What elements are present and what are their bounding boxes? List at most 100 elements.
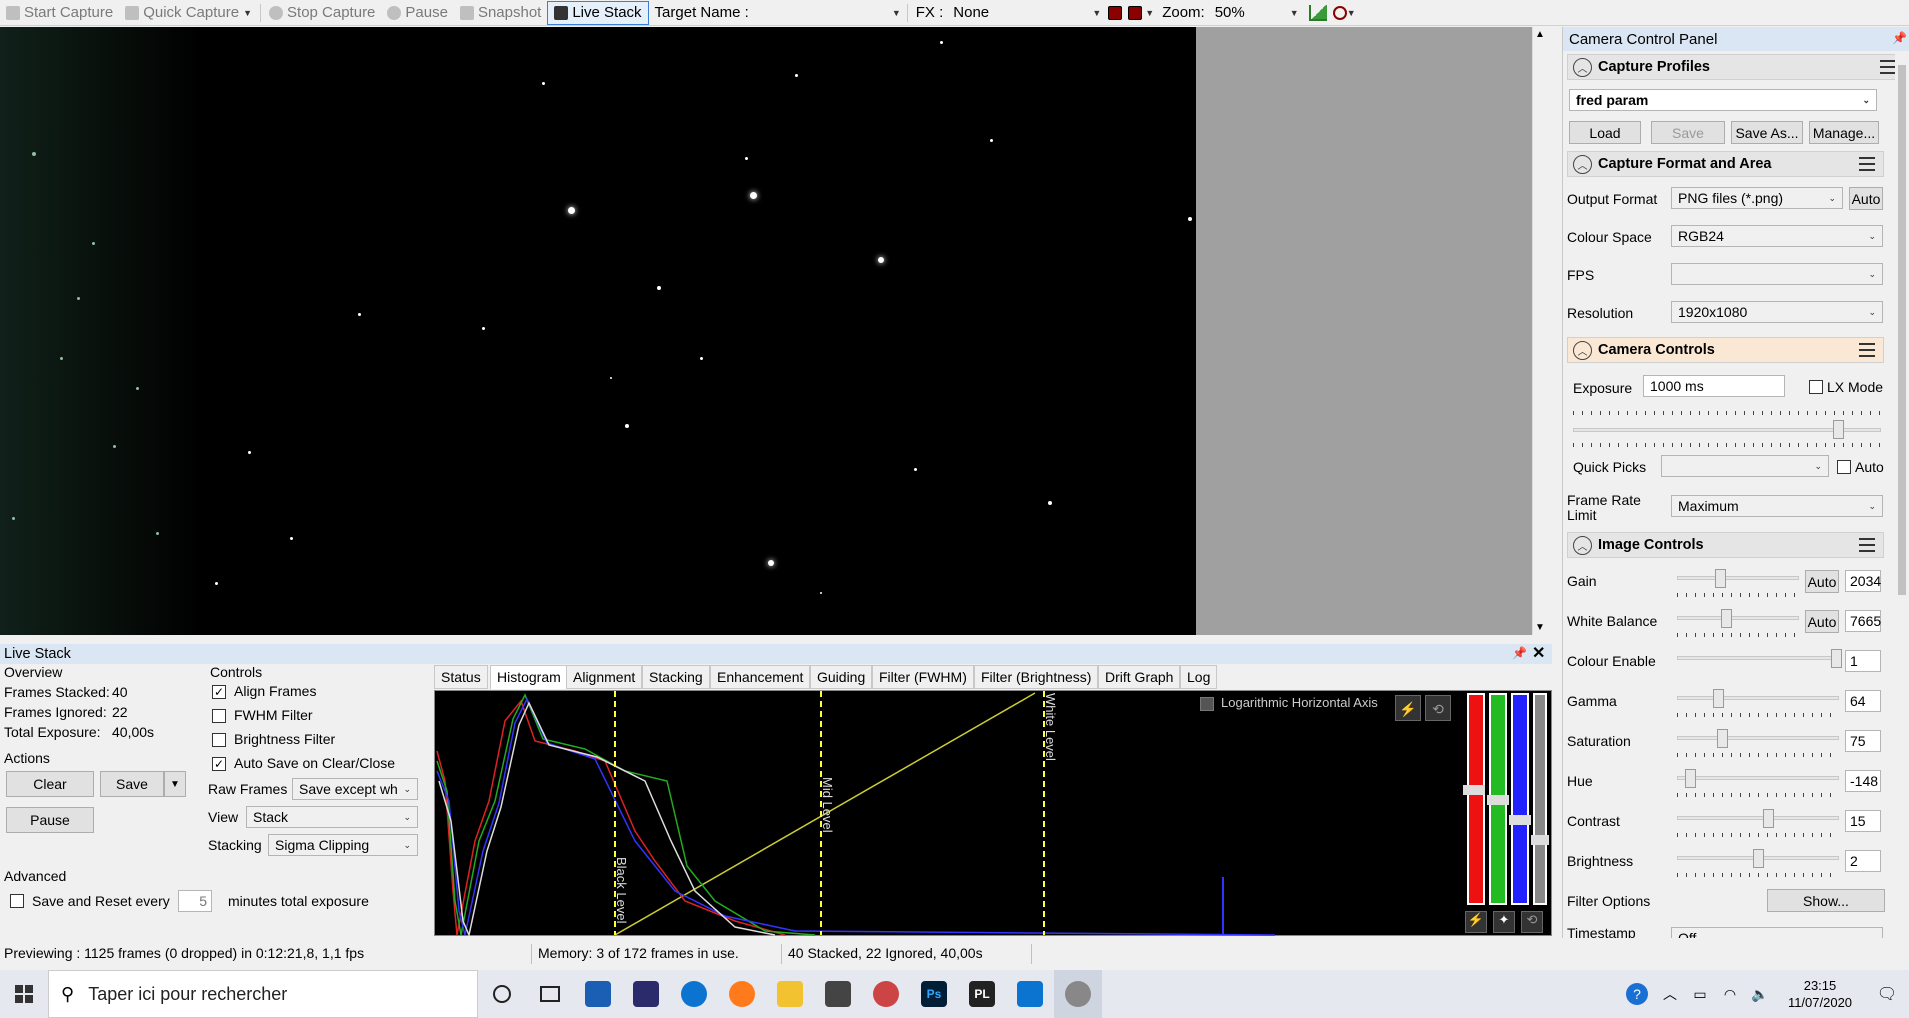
gamma-slider-thumb[interactable]: [1713, 689, 1724, 708]
taskbar-search[interactable]: ⚲ Taper ici pour rechercher: [48, 970, 478, 1018]
manage-button[interactable]: Manage...: [1809, 121, 1879, 144]
auto-save-checkbox[interactable]: ✓: [212, 757, 226, 771]
histogram-icon[interactable]: [1308, 4, 1327, 21]
hue-slider[interactable]: [1677, 776, 1839, 780]
menu-icon[interactable]: [1859, 343, 1875, 357]
red-level-thumb[interactable]: [1463, 785, 1485, 795]
close-icon[interactable]: ✕: [1532, 643, 1545, 663]
auto-stretch-icon[interactable]: ⚡: [1395, 695, 1421, 721]
fwhm-filter-checkbox[interactable]: [212, 709, 226, 723]
start-capture-button[interactable]: Start Capture: [0, 1, 119, 25]
tab-enhancement[interactable]: Enhancement: [710, 665, 811, 689]
luminance-level-bar[interactable]: [1533, 693, 1547, 905]
resolution-select[interactable]: 1920x1080 ⌄: [1671, 301, 1883, 323]
preview-scrollbar[interactable]: ▲ ▼: [1532, 27, 1549, 635]
fps-select[interactable]: ⌄: [1671, 263, 1883, 285]
output-format-select[interactable]: PNG files (*.png) ⌄: [1671, 187, 1843, 209]
chevron-up-icon[interactable]: ︿: [1655, 970, 1685, 1018]
auto-format-button[interactable]: Auto: [1849, 187, 1883, 210]
camera-preview[interactable]: [0, 27, 1196, 635]
saturation-value[interactable]: 75: [1845, 730, 1881, 752]
clock[interactable]: 23:15 11/07/2020: [1775, 977, 1865, 1011]
gamma-slider[interactable]: [1677, 696, 1839, 700]
save-reset-checkbox[interactable]: [10, 894, 24, 908]
mail-icon[interactable]: [1006, 970, 1054, 1018]
contrast-slider-thumb[interactable]: [1763, 809, 1774, 828]
tab-guiding[interactable]: Guiding: [810, 665, 873, 689]
raw-frames-select[interactable]: Save except wh ⌄: [292, 778, 418, 800]
auto-exposure-checkbox[interactable]: [1837, 460, 1851, 474]
gain-auto-button[interactable]: Auto: [1805, 570, 1839, 593]
sharpcap-app-icon[interactable]: [574, 970, 622, 1018]
scroll-down-icon[interactable]: ▼: [1535, 622, 1545, 633]
photoshop-icon[interactable]: Ps: [910, 970, 958, 1018]
rgb-level-sliders[interactable]: ⚡ ✦ ⟲: [1463, 691, 1551, 935]
panel-scroll-thumb[interactable]: [1898, 65, 1906, 595]
zoom-lens-icon[interactable]: [1332, 5, 1347, 20]
luminance-level-thumb[interactable]: [1531, 835, 1549, 845]
colour-enable-slider-thumb[interactable]: [1831, 649, 1842, 668]
tab-histogram[interactable]: Histogram: [490, 665, 568, 689]
stellarium-app-icon[interactable]: [622, 970, 670, 1018]
sharpcap-running-icon[interactable]: [1054, 970, 1102, 1018]
level-reset-icon[interactable]: ⟲: [1521, 911, 1543, 933]
clear-button[interactable]: Clear: [6, 771, 94, 797]
align-frames-checkbox[interactable]: ✓: [212, 685, 226, 699]
help-icon[interactable]: ?: [1619, 970, 1655, 1018]
save-dropdown-button[interactable]: ▼: [164, 771, 186, 797]
gamma-value[interactable]: 64: [1845, 690, 1881, 712]
collapse-icon[interactable]: ︿: [1573, 155, 1592, 174]
reset-icon[interactable]: ⟲: [1425, 695, 1451, 721]
contrast-slider[interactable]: [1677, 816, 1839, 820]
tab-filter-brightness[interactable]: Filter (Brightness): [974, 665, 1099, 689]
hue-value[interactable]: -148: [1845, 770, 1881, 792]
overlay-dropdown-icon[interactable]: ▼: [1145, 8, 1154, 18]
colour-enable-value[interactable]: 1: [1845, 650, 1881, 672]
task-view-icon[interactable]: [526, 970, 574, 1018]
tab-status[interactable]: Status: [434, 665, 488, 689]
save-as-button[interactable]: Save As...: [1731, 121, 1803, 144]
tab-log[interactable]: Log: [1180, 665, 1218, 689]
contrast-value[interactable]: 15: [1845, 810, 1881, 832]
colour-space-select[interactable]: RGB24 ⌄: [1671, 225, 1883, 247]
pause-button[interactable]: Pause: [381, 1, 454, 25]
exposure-input[interactable]: 1000 ms: [1643, 375, 1785, 397]
menu-icon[interactable]: [1880, 60, 1896, 74]
battery-icon[interactable]: ▭: [1685, 970, 1715, 1018]
notifications-icon[interactable]: 🗨: [1865, 970, 1909, 1018]
saturation-slider[interactable]: [1677, 736, 1839, 740]
collapse-icon[interactable]: ︿: [1573, 58, 1592, 77]
gain-value[interactable]: 2034: [1845, 570, 1881, 592]
edge-icon[interactable]: [670, 970, 718, 1018]
panel-scrollbar[interactable]: [1895, 51, 1909, 938]
white-balance-auto-button[interactable]: Auto: [1805, 610, 1839, 633]
collapse-icon[interactable]: ︿: [1573, 536, 1592, 555]
scroll-up-icon[interactable]: ▲: [1535, 29, 1545, 40]
zoom-dropdown-icon[interactable]: ▼: [1347, 8, 1356, 18]
load-button[interactable]: Load: [1569, 121, 1641, 144]
show-filter-options-button[interactable]: Show...: [1767, 889, 1885, 912]
file-explorer-icon[interactable]: [766, 970, 814, 1018]
hue-slider-thumb[interactable]: [1685, 769, 1696, 788]
astro-app-icon[interactable]: [862, 970, 910, 1018]
dropdown-arrow-icon[interactable]: ▼: [243, 8, 252, 18]
volume-icon[interactable]: 🔈: [1745, 970, 1775, 1018]
reticule-icon[interactable]: [1108, 5, 1123, 20]
tab-filter-fwhm[interactable]: Filter (FWHM): [872, 665, 974, 689]
camera-controls-header[interactable]: ︿ Camera Controls: [1567, 337, 1884, 363]
lx-mode-checkbox[interactable]: [1809, 380, 1823, 394]
saturation-slider-thumb[interactable]: [1717, 729, 1728, 748]
stacking-select[interactable]: Sigma Clipping ⌄: [268, 834, 418, 856]
zoom-combo[interactable]: 50% ▼: [1210, 1, 1303, 24]
white-balance-slider-thumb[interactable]: [1721, 609, 1732, 628]
firefox-icon[interactable]: [718, 970, 766, 1018]
capture-profiles-header[interactable]: ︿ Capture Profiles: [1567, 54, 1905, 80]
save-profile-button[interactable]: Save: [1651, 121, 1725, 144]
dxo-icon[interactable]: PL: [958, 970, 1006, 1018]
frame-rate-select[interactable]: Maximum ⌄: [1671, 495, 1883, 517]
quick-picks-select[interactable]: ⌄: [1661, 455, 1829, 477]
image-controls-header[interactable]: ︿ Image Controls: [1567, 532, 1884, 558]
histogram-view[interactable]: Black Level Mid Level White Level Logari…: [434, 690, 1552, 937]
pin-icon[interactable]: 📌: [1892, 31, 1907, 45]
pin-icon[interactable]: 📌: [1512, 646, 1527, 660]
